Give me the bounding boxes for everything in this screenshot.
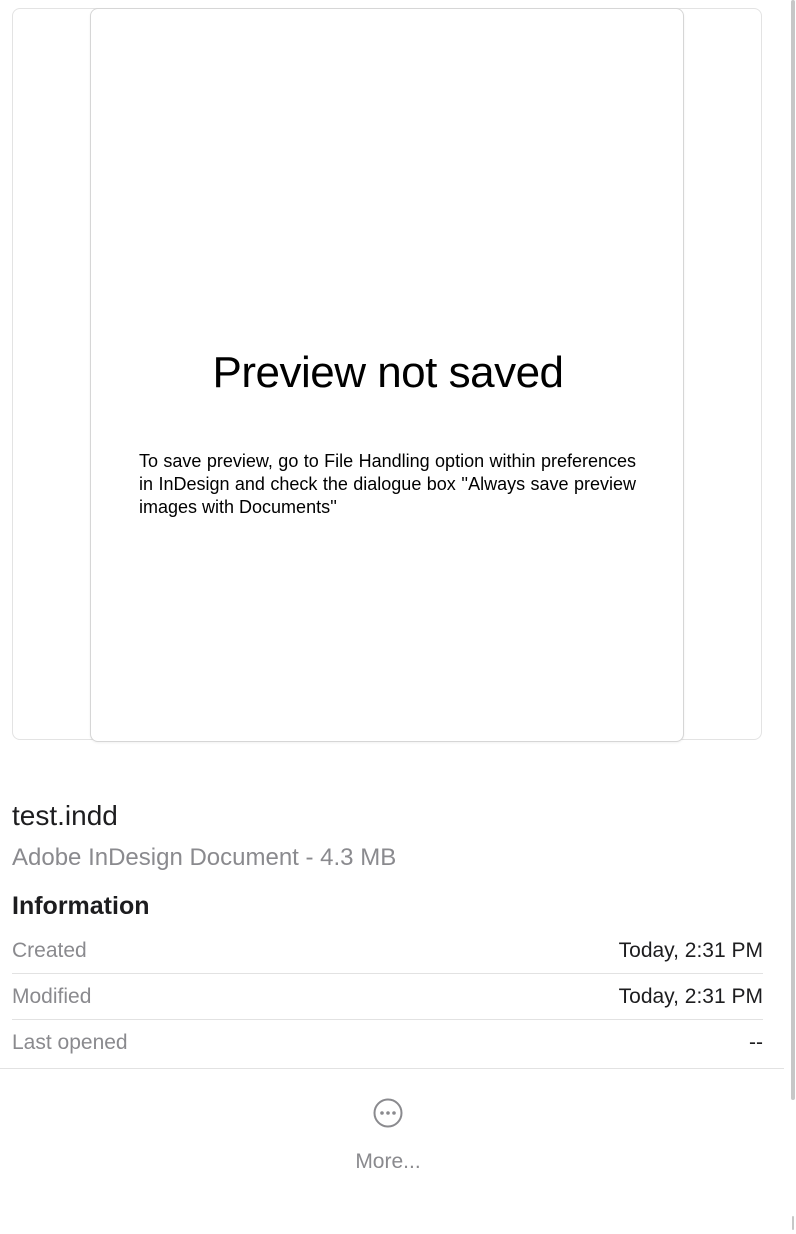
- info-label-last-opened: Last opened: [12, 1031, 128, 1054]
- more-button[interactable]: More...: [326, 1098, 450, 1184]
- information-heading: Information: [12, 892, 150, 920]
- preview-message: To save preview, go to File Handling opt…: [139, 451, 636, 517]
- info-row-last-opened: Last opened --: [12, 1020, 763, 1066]
- info-label-modified: Modified: [12, 984, 92, 1008]
- file-kind-size: Adobe InDesign Document - 4.3 MB: [12, 844, 397, 871]
- preview-title: Preview not saved: [212, 348, 564, 397]
- resize-handle[interactable]: [792, 1216, 794, 1230]
- info-row-modified: Modified Today, 2:31 PM: [12, 974, 763, 1020]
- info-label-created: Created: [12, 938, 87, 962]
- more-label: More...: [355, 1150, 421, 1173]
- info-value-last-opened: --: [749, 1031, 763, 1054]
- info-value-modified: Today, 2:31 PM: [618, 984, 763, 1008]
- document-preview: Preview not saved To save preview, go to…: [90, 8, 684, 742]
- info-value-created: Today, 2:31 PM: [618, 938, 763, 962]
- file-name: test.indd: [12, 800, 118, 831]
- section-divider: [0, 1068, 784, 1069]
- scrollbar-thumb[interactable]: [791, 0, 795, 1100]
- info-row-created: Created Today, 2:31 PM: [12, 928, 763, 974]
- ellipsis-circle-icon: [373, 1098, 403, 1128]
